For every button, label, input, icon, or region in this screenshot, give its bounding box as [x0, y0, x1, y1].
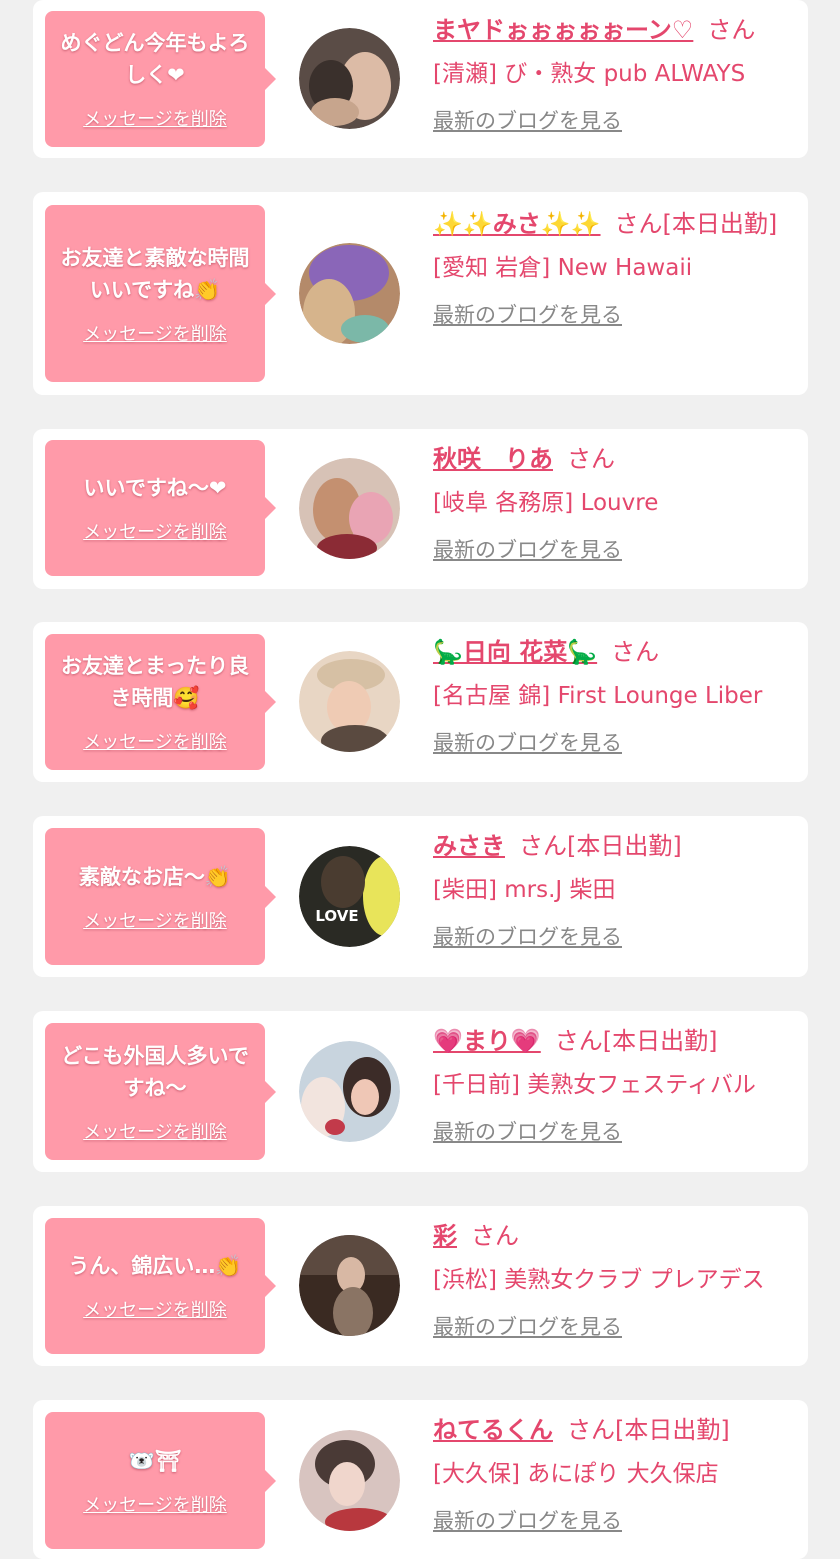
delete-message-link[interactable]: メッセージを削除	[83, 320, 227, 346]
message-text: めぐどん今年もよろしく❤	[60, 31, 250, 87]
message-bubble: うん、錦広い…👏 メッセージを削除	[45, 1218, 276, 1354]
entry-info: 💗まり💗 さん[本日出勤] [千日前] 美熟女フェスティバル 最新のブログを見る	[433, 1021, 798, 1146]
message-bubble: どこも外国人多いですね〜 メッセージを削除	[45, 1023, 276, 1160]
message-card: うん、錦広い…👏 メッセージを削除 彩さん [浜松] 美熟女クラブ プレアデス …	[33, 1206, 808, 1366]
avatar[interactable]	[299, 458, 400, 559]
avatar-love-text: LOVE	[315, 907, 358, 925]
cast-name-link[interactable]: 💗まり💗	[433, 1027, 541, 1055]
latest-blog-link[interactable]: 最新のブログを見る	[433, 727, 622, 757]
cast-name-link[interactable]: 秋咲 りあ	[433, 445, 553, 473]
message-card: 素敵なお店〜👏 メッセージを削除 LOVE みさき さん[本日出勤] [柴田] m…	[33, 816, 808, 977]
avatar[interactable]	[299, 28, 400, 129]
latest-blog-link[interactable]: 最新のブログを見る	[433, 1505, 622, 1535]
message-bubble: いいですね〜❤ メッセージを削除	[45, 440, 276, 576]
shop-info: [岐阜 各務原] Louvre	[433, 490, 659, 516]
avatar[interactable]	[299, 1235, 400, 1336]
avatar[interactable]: LOVE	[299, 846, 400, 947]
latest-blog-link[interactable]: 最新のブログを見る	[433, 299, 622, 329]
name-suffix: さん	[707, 16, 756, 44]
message-text: 素敵なお店〜👏	[78, 864, 232, 889]
name-suffix: さん[本日出勤]	[519, 832, 682, 860]
message-card: いいですね〜❤ メッセージを削除 秋咲 りあ さん [岐阜 各務原] Louvre…	[33, 429, 808, 589]
entry-info: ねてるくん さん[本日出勤] [大久保] あにぽり 大久保店 最新のブログを見る	[433, 1410, 798, 1535]
name-suffix: さん[本日出勤]	[567, 1416, 730, 1444]
shop-info: [清瀬] び・熟女 pub ALWAYS	[433, 61, 746, 87]
message-bubble: 素敵なお店〜👏 メッセージを削除	[45, 828, 276, 965]
avatar[interactable]	[299, 1041, 400, 1142]
avatar[interactable]	[299, 243, 400, 344]
entry-info: 秋咲 りあ さん [岐阜 各務原] Louvre 最新のブログを見る	[433, 439, 798, 564]
message-bubble: めぐどん今年もよろしく❤ メッセージを削除	[45, 11, 276, 147]
delete-message-link[interactable]: メッセージを削除	[83, 728, 227, 754]
entry-info: ✨✨みさ✨✨ さん[本日出勤] [愛知 岩倉] New Hawaii 最新のブログ…	[433, 204, 798, 329]
latest-blog-link[interactable]: 最新のブログを見る	[433, 921, 622, 951]
message-bubble: お友達とまったり良き時間🥰 メッセージを削除	[45, 634, 276, 770]
cast-name-link[interactable]: 🦕日向 花菜🦕	[433, 638, 597, 666]
avatar[interactable]	[299, 1430, 400, 1531]
shop-info: [愛知 岩倉] New Hawaii	[433, 255, 693, 281]
name-suffix: さん	[611, 638, 660, 666]
message-text: お友達と素敵な時間いいですね👏	[60, 245, 250, 302]
message-list: めぐどん今年もよろしく❤ メッセージを削除 まヤドぉぉぉぉぉーン♡ さん [清瀬]…	[0, 0, 840, 1559]
cast-name-link[interactable]: ✨✨みさ✨✨	[433, 210, 601, 238]
cast-name-link[interactable]: みさき	[433, 832, 505, 860]
message-card: めぐどん今年もよろしく❤ メッセージを削除 まヤドぉぉぉぉぉーン♡ さん [清瀬]…	[33, 0, 808, 158]
message-card: どこも外国人多いですね〜 メッセージを削除 💗まり💗 さん[本日出勤] [千日前]…	[33, 1011, 808, 1172]
shop-info: [千日前] 美熟女フェスティバル	[433, 1072, 756, 1098]
entry-info: 🦕日向 花菜🦕 さん [名古屋 錦] First Lounge Liber 最新の…	[433, 632, 798, 757]
shop-info: [大久保] あにぽり 大久保店	[433, 1461, 719, 1487]
message-card: 🐻‍❄️⛩ メッセージを削除 ねてるくん さん[本日出勤] [大久保] あにぽり …	[33, 1400, 808, 1559]
message-bubble: お友達と素敵な時間いいですね👏 メッセージを削除	[45, 205, 276, 382]
latest-blog-link[interactable]: 最新のブログを見る	[433, 534, 622, 564]
delete-message-link[interactable]: メッセージを削除	[83, 1296, 227, 1322]
message-text: どこも外国人多いですね〜	[61, 1043, 249, 1100]
name-suffix: さん	[471, 1222, 519, 1250]
message-text: 🐻‍❄️⛩	[128, 1448, 182, 1473]
entry-info: 彩さん [浜松] 美熟女クラブ プレアデス 最新のブログを見る	[433, 1216, 798, 1341]
delete-message-link[interactable]: メッセージを削除	[83, 1491, 227, 1517]
message-card: お友達と素敵な時間いいですね👏 メッセージを削除 ✨✨みさ✨✨ さん[本日出勤] …	[33, 192, 808, 395]
delete-message-link[interactable]: メッセージを削除	[83, 907, 227, 933]
message-text: いいですね〜❤	[83, 476, 227, 500]
name-suffix: さん	[567, 445, 615, 473]
delete-message-link[interactable]: メッセージを削除	[83, 105, 227, 131]
cast-name-link[interactable]: まヤドぉぉぉぉぉーン♡	[433, 16, 693, 44]
message-text: お友達とまったり良き時間🥰	[60, 654, 250, 710]
name-suffix: さん[本日出勤]	[554, 1027, 718, 1055]
message-text: うん、錦広い…👏	[68, 1254, 242, 1278]
name-suffix: さん[本日出勤]	[614, 210, 778, 238]
message-bubble: 🐻‍❄️⛩ メッセージを削除	[45, 1412, 276, 1549]
cast-name-link[interactable]: 彩	[433, 1222, 457, 1250]
cast-name-link[interactable]: ねてるくん	[433, 1416, 553, 1444]
avatar[interactable]	[299, 651, 400, 752]
delete-message-link[interactable]: メッセージを削除	[83, 1118, 227, 1144]
entry-info: みさき さん[本日出勤] [柴田] mrs.J 柴田 最新のブログを見る	[433, 826, 798, 951]
entry-info: まヤドぉぉぉぉぉーン♡ さん [清瀬] び・熟女 pub ALWAYS 最新のブロ…	[433, 10, 798, 135]
latest-blog-link[interactable]: 最新のブログを見る	[433, 1116, 622, 1146]
latest-blog-link[interactable]: 最新のブログを見る	[433, 105, 622, 135]
message-card: お友達とまったり良き時間🥰 メッセージを削除 🦕日向 花菜🦕 さん [名古屋 錦]…	[33, 622, 808, 782]
shop-info: [名古屋 錦] First Lounge Liber	[433, 683, 763, 709]
shop-info: [浜松] 美熟女クラブ プレアデス	[433, 1267, 765, 1293]
shop-info: [柴田] mrs.J 柴田	[433, 877, 616, 903]
latest-blog-link[interactable]: 最新のブログを見る	[433, 1311, 622, 1341]
delete-message-link[interactable]: メッセージを削除	[83, 518, 227, 544]
